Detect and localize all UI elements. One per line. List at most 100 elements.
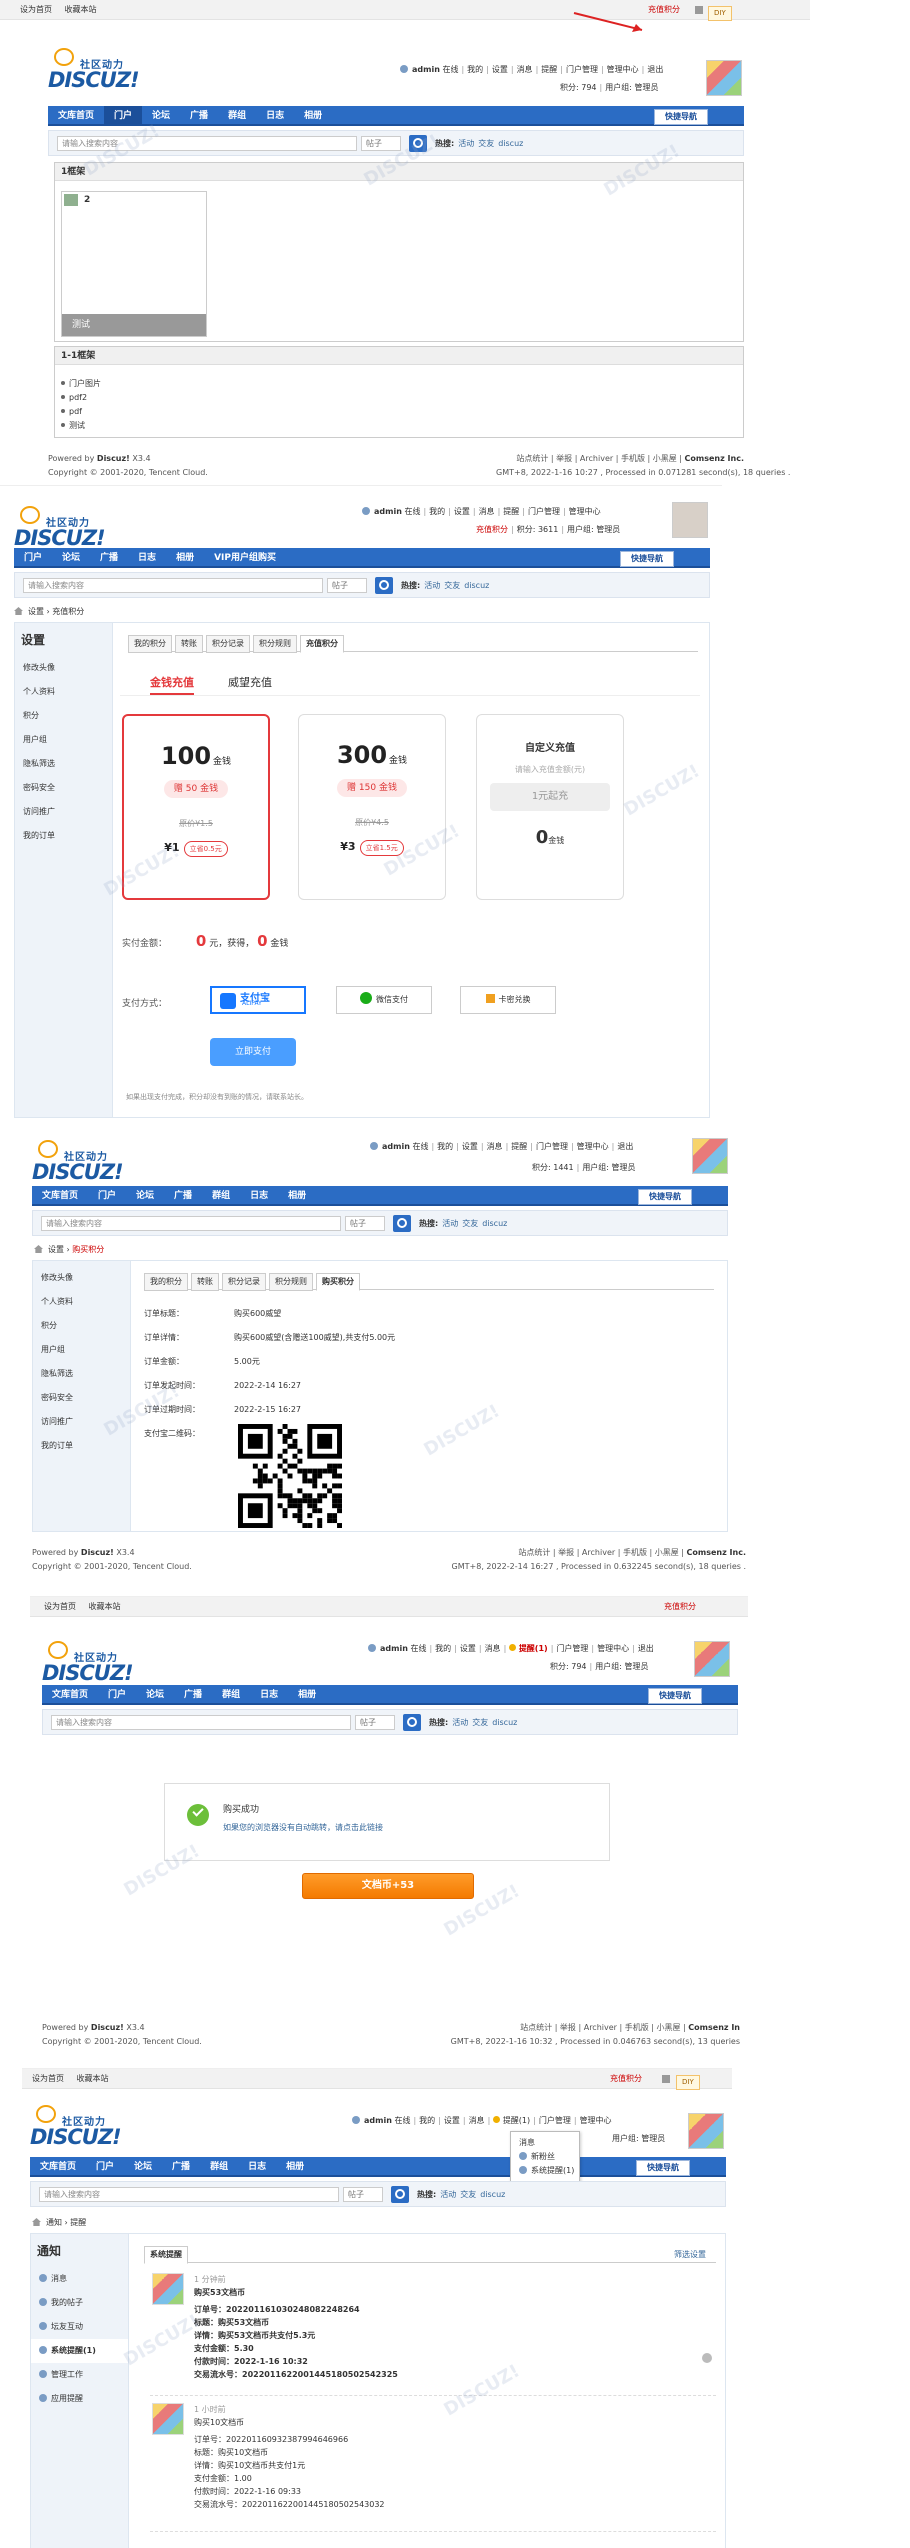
brand-link[interactable]: Discuz! (97, 454, 130, 463)
nav-item[interactable]: 日志 (256, 106, 294, 126)
sidebar-item[interactable]: 隐私筛选 (33, 1362, 130, 1386)
avatar[interactable] (706, 60, 742, 96)
footer-links[interactable]: 站点统计 | 举报 | Archiver | 手机版 | 小黑屋 | (516, 454, 682, 463)
my-menu[interactable]: 我的 (467, 65, 483, 74)
subtab-money[interactable]: 金钱充值 (150, 674, 194, 695)
sidebar-item[interactable]: 用户组 (33, 1338, 130, 1362)
nav-item[interactable]: 日志 (238, 2157, 276, 2177)
nav-item[interactable]: 日志 (128, 548, 166, 568)
sidebar-item[interactable]: 坛友互动 (31, 2315, 128, 2339)
search-icon[interactable] (393, 1215, 411, 1232)
redirect-link[interactable]: 如果您的浏览器没有自动跳转，请点击此链接 (223, 1822, 383, 1833)
sidebar-item[interactable]: 隐私筛选 (15, 752, 112, 776)
nav-item[interactable]: 广播 (180, 106, 218, 126)
tab[interactable]: 积分记录 (206, 635, 250, 653)
nav-item[interactable]: 文库首页 (42, 1685, 98, 1705)
search-type-select[interactable]: 帖子 (361, 136, 401, 151)
tab[interactable]: 积分规则 (253, 635, 297, 653)
search-type-select[interactable]: 帖子 (327, 578, 367, 593)
sidebar-item[interactable]: 积分 (33, 1314, 130, 1338)
nav-item[interactable]: 论坛 (136, 1685, 174, 1705)
nav-item[interactable]: 论坛 (142, 106, 180, 126)
avatar[interactable] (672, 502, 708, 538)
hot-link[interactable]: 交友 (478, 139, 494, 148)
avatar[interactable] (694, 1641, 730, 1677)
package-card-custom[interactable]: 自定义充值 请输入充值金额(元) 1元起充 0金钱 (476, 714, 624, 900)
quick-nav-button[interactable]: 快捷导航 (636, 2160, 690, 2176)
custom-min-button[interactable]: 1元起充 (490, 783, 610, 811)
pay-now-button[interactable]: 立即支付 (210, 1038, 296, 1066)
tab[interactable]: 转账 (191, 1273, 219, 1291)
search-icon[interactable] (391, 2186, 409, 2203)
sidebar-item[interactable]: 访问推广 (15, 800, 112, 824)
nav-item[interactable]: 广播 (164, 1186, 202, 1206)
nav-item[interactable]: 广播 (174, 1685, 212, 1705)
recharge-link[interactable]: 充值积分 (648, 0, 680, 20)
search-type-select[interactable]: 帖子 (345, 1216, 385, 1231)
frame-item[interactable]: 2 测试 (61, 191, 207, 337)
tab-active[interactable]: 系统提醒 (144, 2246, 188, 2264)
search-type-select[interactable]: 帖子 (343, 2187, 383, 2202)
sidebar-item[interactable]: 访问推广 (33, 1410, 130, 1434)
card-redeem-option[interactable]: 卡密兑换 (460, 986, 556, 1014)
coin-reward-button[interactable]: 文档币+53 (302, 1873, 474, 1899)
sidebar-item[interactable]: 应用提醒 (31, 2387, 128, 2411)
nav-item[interactable]: 群组 (202, 1186, 240, 1206)
grid-icon[interactable] (695, 6, 703, 14)
nav-item[interactable]: 日志 (250, 1685, 288, 1705)
sidebar-item[interactable]: 密码安全 (33, 1386, 130, 1410)
avatar[interactable] (688, 2113, 724, 2149)
sidebar-item[interactable]: 用户组 (15, 728, 112, 752)
search-input[interactable]: 请输入搜索内容 (51, 1715, 351, 1730)
nav-item[interactable]: 广播 (162, 2157, 200, 2177)
search-input[interactable]: 请输入搜索内容 (41, 1216, 341, 1231)
home-icon[interactable] (14, 607, 23, 615)
sidebar-item[interactable]: 修改头像 (15, 656, 112, 680)
sidebar-item[interactable]: 消息 (31, 2267, 128, 2291)
list-item[interactable]: pdf (61, 405, 101, 419)
grid-icon[interactable] (662, 2075, 670, 2083)
search-icon[interactable] (403, 1714, 421, 1731)
quick-nav-button[interactable]: 快捷导航 (648, 1688, 702, 1704)
nav-item[interactable]: 群组 (200, 2157, 238, 2177)
sidebar-item[interactable]: 积分 (15, 704, 112, 728)
custom-amount-input[interactable]: 请输入充值金额(元) (477, 764, 623, 775)
bookmark-link[interactable]: 收藏本站 (65, 5, 97, 14)
nav-item[interactable]: 门户 (86, 2157, 124, 2177)
dropdown-item[interactable]: 消息 (511, 2136, 579, 2150)
search-input[interactable]: 请输入搜索内容 (57, 136, 357, 151)
dropdown-item[interactable]: 系统提醒(1) (511, 2164, 579, 2178)
wechat-pay-option[interactable]: 微信支付 (336, 986, 432, 1014)
subtab-prestige[interactable]: 威望充值 (228, 674, 272, 690)
site-logo[interactable]: 社区动力 DISCUZ! (42, 1639, 162, 1691)
nav-item[interactable]: 门户 (98, 1685, 136, 1705)
notice-avatar[interactable] (152, 2403, 184, 2435)
quick-nav-button[interactable]: 快捷导航 (654, 109, 708, 125)
nav-item[interactable]: 论坛 (124, 2157, 162, 2177)
site-logo[interactable]: 社区动力 DISCUZ! (48, 46, 168, 98)
alipay-option[interactable]: 支付宝 ALIPAY (210, 986, 306, 1014)
diy-button[interactable]: DIY (708, 3, 742, 23)
tab-active[interactable]: 购买积分 (316, 1273, 360, 1291)
nav-item[interactable]: 相册 (294, 106, 332, 126)
nav-item[interactable]: 相册 (166, 548, 204, 568)
site-logo[interactable]: 社区动力 DISCUZ! (32, 1138, 152, 1190)
quick-nav-button[interactable]: 快捷导航 (638, 1189, 692, 1205)
usergroup-link[interactable]: 用户组: 管理员 (605, 83, 658, 92)
search-icon[interactable] (409, 135, 427, 152)
nav-item[interactable]: 论坛 (52, 548, 90, 568)
sidebar-item[interactable]: 我的帖子 (31, 2291, 128, 2315)
nav-item[interactable]: 门户 (88, 1186, 126, 1206)
search-icon[interactable] (375, 577, 393, 594)
nav-item[interactable]: 门户 (14, 548, 52, 568)
sidebar-item[interactable]: 修改头像 (33, 1266, 130, 1290)
package-card-100[interactable]: 100 金钱 赠 50 金钱 原价¥1.5 ¥1 立省0.5元 (122, 714, 270, 900)
nav-item[interactable]: 文库首页 (30, 2157, 86, 2177)
search-input[interactable]: 请输入搜索内容 (23, 578, 323, 593)
hot-link[interactable]: discuz (498, 139, 523, 148)
points-link[interactable]: 积分: 794 (560, 83, 597, 92)
notice-avatar[interactable] (152, 2273, 184, 2305)
sidebar-item[interactable]: 管理工作 (31, 2363, 128, 2387)
sidebar-item-active[interactable]: 系统提醒(1) (31, 2339, 128, 2363)
sidebar-item[interactable]: 我的订单 (33, 1434, 130, 1458)
